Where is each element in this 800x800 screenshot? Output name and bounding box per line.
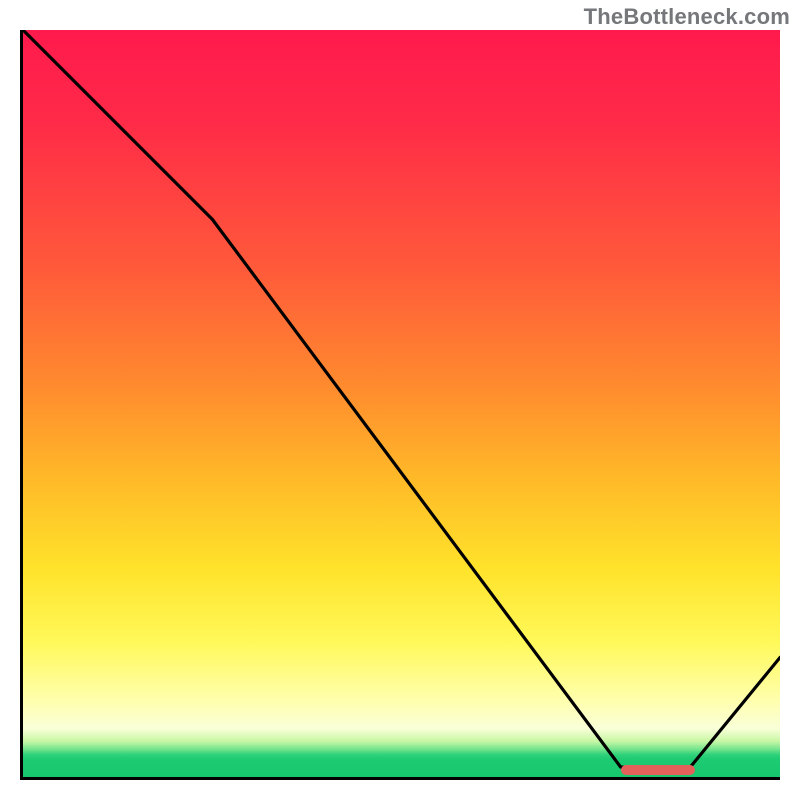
attribution-label: TheBottleneck.com bbox=[584, 4, 790, 30]
page-root: TheBottleneck.com bbox=[0, 0, 800, 800]
chart-curve-layer bbox=[23, 30, 780, 777]
bottleneck-curve-line bbox=[23, 30, 780, 767]
bottleneck-range-marker bbox=[621, 765, 695, 775]
chart-plot-area bbox=[20, 30, 780, 780]
